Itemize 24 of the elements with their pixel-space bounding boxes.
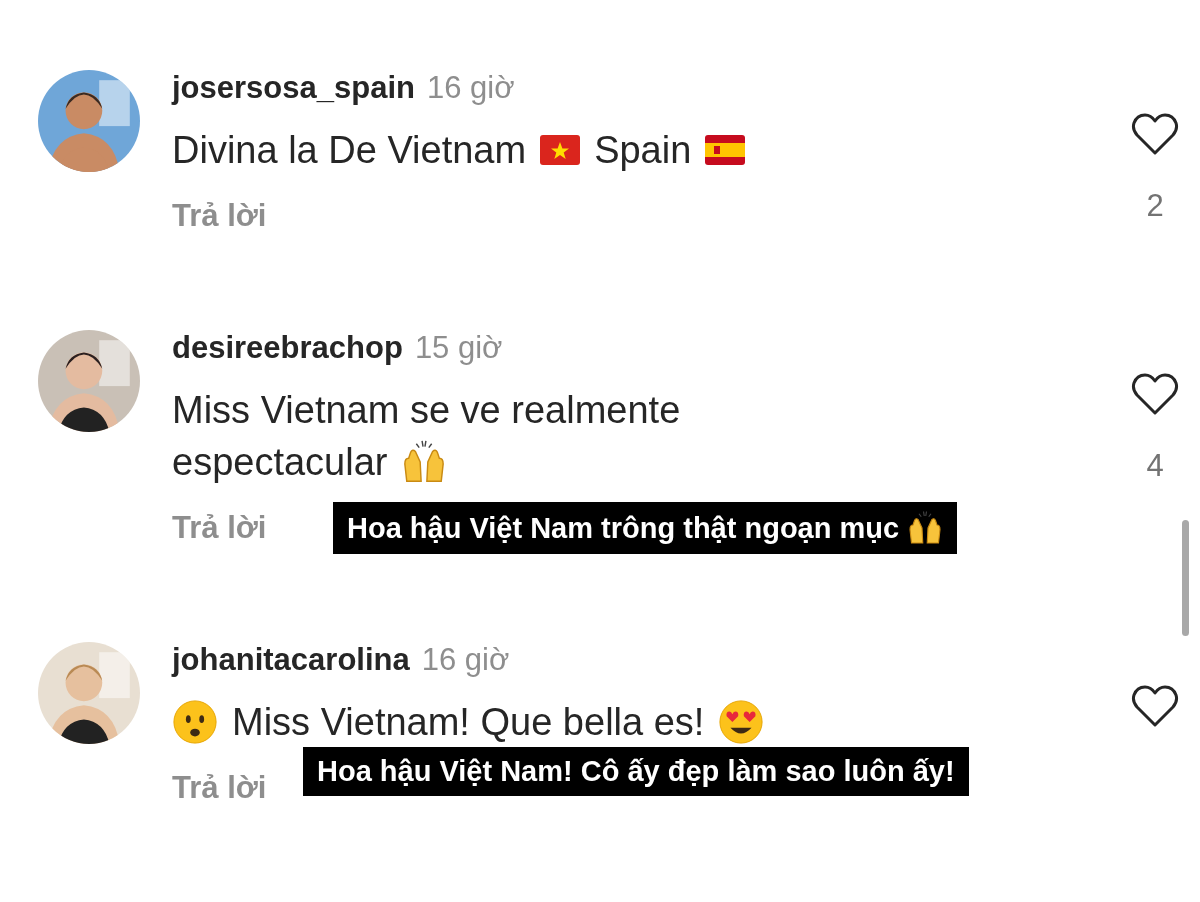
worried-face-icon [172,699,218,745]
heart-eyes-face-icon [718,699,765,745]
username[interactable]: johanitacarolina [172,642,410,678]
comment-text: Divina la De Vietnam [172,128,527,173]
heart-icon[interactable] [1131,112,1179,156]
flag-icon [540,135,581,165]
heart-icon[interactable] [1131,684,1179,728]
username[interactable]: desireebrachop [172,330,403,366]
comment-time: 15 giờ [414,330,503,366]
username[interactable]: josersosa_spain [172,70,415,106]
scrollbar[interactable] [1182,520,1189,636]
comment-text: Miss Vietnam se ve realmente [172,388,681,433]
like-count: 4 [1146,448,1164,484]
comment-text: espectacular [172,440,388,485]
comment-time: 16 giờ [421,642,510,678]
like-count: 2 [1146,188,1164,224]
comment-text: Spain [594,128,692,173]
raised-hands-icon [907,510,944,546]
comment-text: Miss Vietnam! Que bella es! [232,700,705,745]
flag-icon [705,135,746,165]
heart-icon[interactable] [1131,372,1179,416]
caption-text: Hoa hậu Việt Nam! Cô ấy đẹp làm sao luôn ấy! [317,755,955,788]
comment-time: 16 giờ [426,70,515,106]
caption-text: Hoa hậu Việt Nam trông thật ngoạn mục [347,511,900,545]
